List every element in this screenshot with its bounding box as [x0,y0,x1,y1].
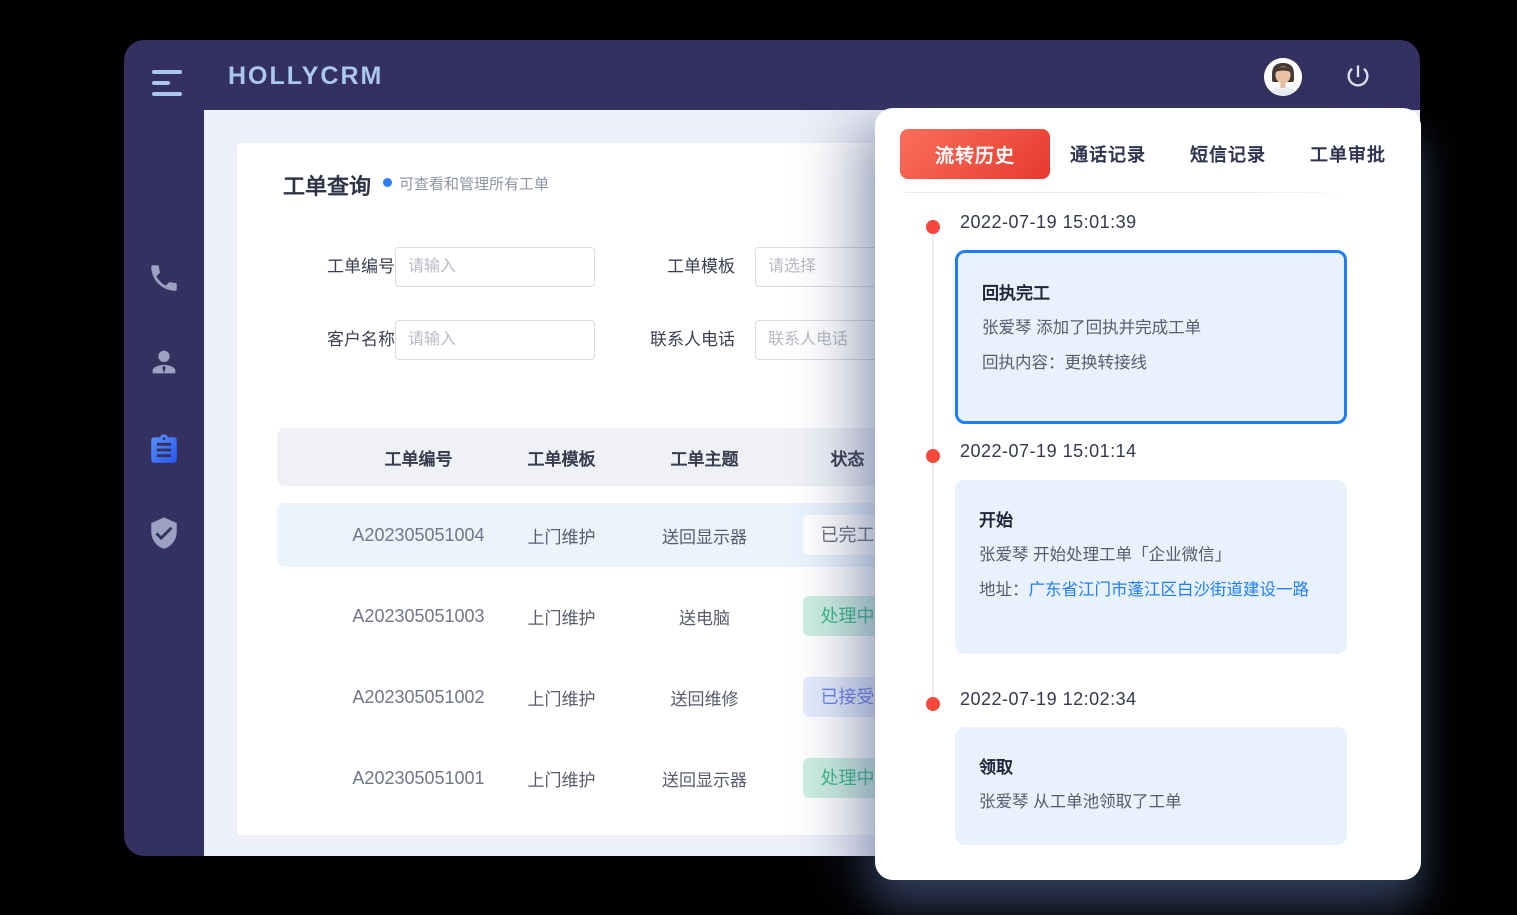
cell-subject: 送回维修 [633,685,776,710]
detail-tabs: 流转历史 通话记录 短信记录 工单审批 [900,129,1386,179]
cell-order-id: A202305051001 [347,768,490,789]
timeline-card-title: 开始 [979,506,1323,531]
brand-logo: HOLLYCRM [228,62,383,91]
timeline-timestamp: 2022-07-19 12:02:34 [960,689,1137,710]
filter-label-customer: 客户名称 [275,320,395,360]
timeline-card-line: 张爱琴 添加了回执并完成工单 [982,317,1320,341]
timeline-dot [926,697,940,711]
timeline-card-start[interactable]: 开始 张爱琴 开始处理工单「企业微信」 地址： 广东省江门市蓬江区白沙街道建设一… [955,480,1347,654]
tabs-divider [905,192,1350,193]
tab-sms-records[interactable]: 短信记录 [1190,141,1266,167]
timeline-card-line: 张爱琴 从工单池领取了工单 [979,791,1323,815]
workorder-detail-panel: 流转历史 通话记录 短信记录 工单审批 2022-07-19 15:01:39 … [875,108,1421,880]
filter-label-template: 工单模板 [615,247,735,287]
menu-hamburger-icon[interactable] [152,70,184,100]
filter-input-customer[interactable] [395,320,595,360]
logout-power-icon[interactable] [1344,62,1372,90]
cell-order-id: A202305051002 [347,687,490,708]
sidebar-item-security[interactable] [147,516,181,550]
table-header-template: 工单模板 [490,445,633,470]
address-label: 地址： [979,579,1029,603]
cell-template: 上门维护 [490,685,633,710]
table-header-order-id: 工单编号 [347,445,490,470]
sidebar-item-workorders-active[interactable] [147,433,181,467]
cell-subject: 送回显示器 [633,766,776,791]
cell-template: 上门维护 [490,766,633,791]
tab-flow-history[interactable]: 流转历史 [900,129,1050,179]
filter-input-order-id[interactable] [395,247,595,287]
table-header-subject: 工单主题 [633,445,776,470]
timeline-card-claimed[interactable]: 领取 张爱琴 从工单池领取了工单 [955,727,1347,845]
tab-call-records[interactable]: 通话记录 [1070,141,1146,167]
filter-label-contact-phone: 联系人电话 [615,320,735,360]
timeline-card-completed[interactable]: 回执完工 张爱琴 添加了回执并完成工单 回执内容：更换转接线 [955,250,1347,424]
cell-order-id: A202305051004 [347,525,490,546]
timeline-dot [926,220,940,234]
timeline-card-line: 回执内容：更换转接线 [982,352,1320,376]
tab-order-approval[interactable]: 工单审批 [1310,141,1386,167]
timeline-timestamp: 2022-07-19 15:01:39 [960,212,1137,233]
timeline-card-title: 领取 [979,753,1323,778]
cell-order-id: A202305051003 [347,606,490,627]
timeline-dot [926,449,940,463]
timeline-timestamp: 2022-07-19 15:01:14 [960,441,1137,462]
address-link[interactable]: 广东省江门市蓬江区白沙街道建设一路 [1029,579,1324,603]
cell-template: 上门维护 [490,604,633,629]
cell-subject: 送回显示器 [633,523,776,548]
timeline-card-line: 张爱琴 开始处理工单「企业微信」 [979,544,1323,568]
cell-template: 上门维护 [490,523,633,548]
timeline-card-title: 回执完工 [982,279,1320,304]
sidebar-item-customers[interactable] [147,345,181,379]
page-title: 工单查询 [283,169,371,201]
page-subtitle: 可查看和管理所有工单 [399,173,549,194]
sidebar-item-calls[interactable] [147,261,181,295]
user-avatar[interactable] [1264,58,1302,96]
filter-label-order-id: 工单编号 [275,247,395,287]
subtitle-dot [383,178,392,187]
cell-subject: 送电脑 [633,604,776,629]
timeline-line [932,234,934,710]
